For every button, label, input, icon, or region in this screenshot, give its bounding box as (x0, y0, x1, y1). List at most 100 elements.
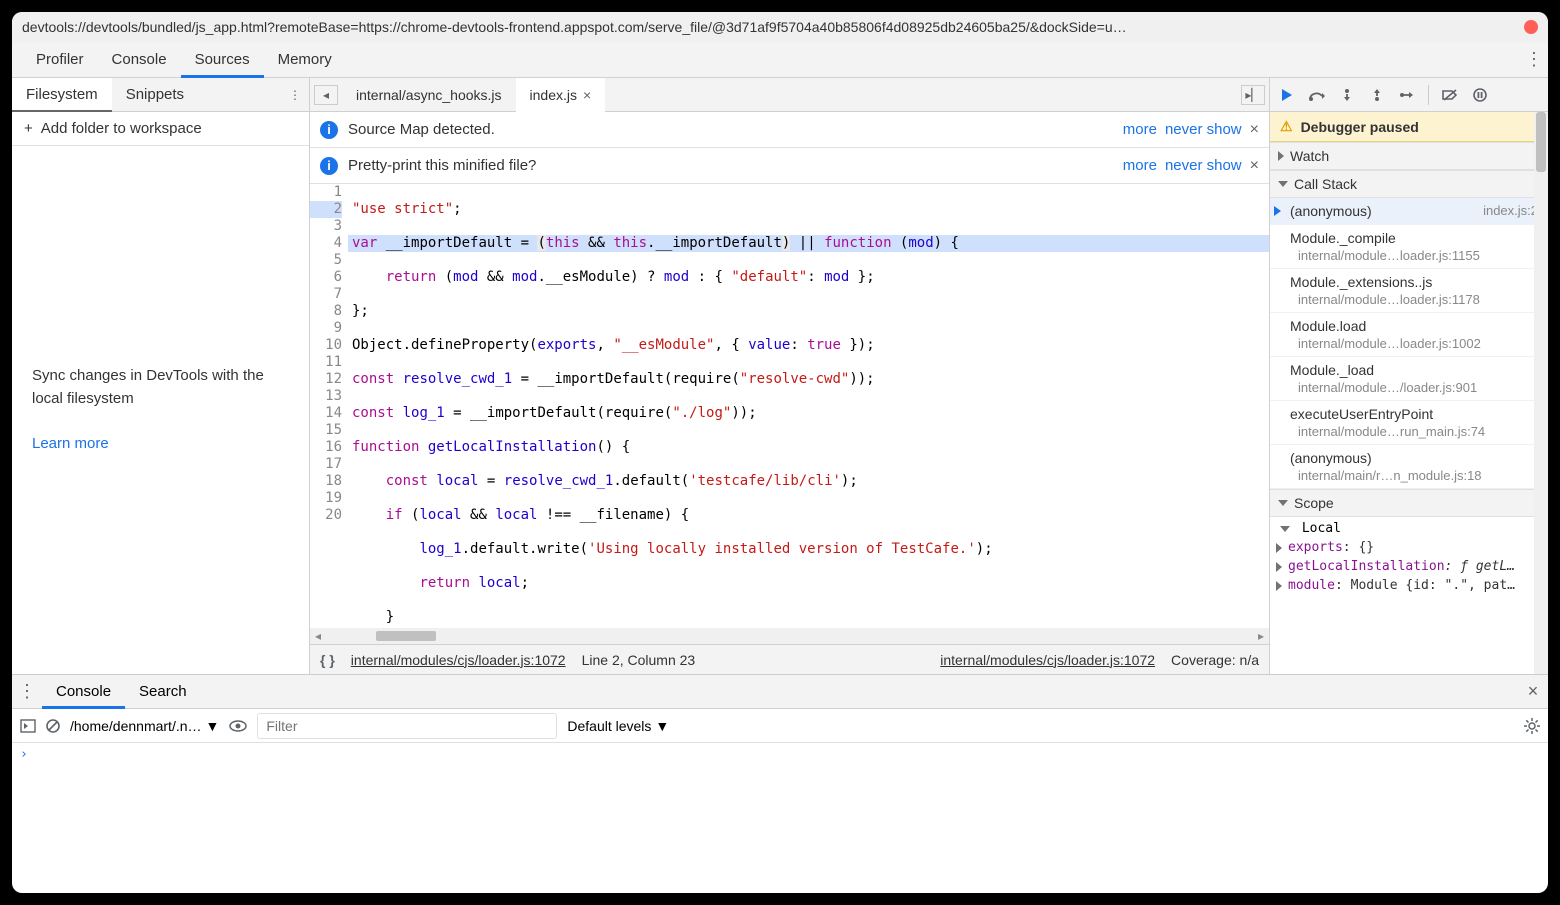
stack-frame-location: internal/module…loader.js:1178 (1290, 292, 1538, 307)
callstack-section-header[interactable]: Call Stack (1270, 170, 1548, 198)
scope-variable[interactable]: module: Module {id: ".", pat… (1270, 576, 1548, 595)
editor-status-bar: { } internal/modules/cjs/loader.js:1072 … (310, 644, 1269, 674)
close-window-icon[interactable] (1524, 20, 1538, 34)
chevron-right-icon (1276, 562, 1282, 572)
file-tab-async-hooks[interactable]: internal/async_hooks.js (342, 78, 516, 112)
pause-on-exceptions-button[interactable] (1469, 84, 1491, 106)
navigator-more-icon[interactable]: ⋮ (281, 88, 309, 102)
callstack-list: index.js:2 (anonymous) Module._compile i… (1270, 198, 1548, 489)
drawer-menu-icon[interactable]: ⋮ (12, 681, 42, 702)
file-nav-more-icon[interactable]: ▸▏ (1241, 85, 1265, 105)
file-tab-index[interactable]: index.js × (516, 78, 606, 112)
step-into-button[interactable] (1336, 84, 1358, 106)
stack-frame[interactable]: Module.load internal/module…loader.js:10… (1270, 313, 1548, 357)
drawer-tab-console[interactable]: Console (42, 675, 125, 709)
learn-more-link[interactable]: Learn more (32, 433, 289, 456)
infobar-never-link[interactable]: never show (1165, 121, 1242, 138)
step-button[interactable] (1396, 84, 1418, 106)
stack-frame-location: internal/module…/loader.js:901 (1290, 380, 1538, 395)
console-levels-selector[interactable]: Default levels ▼ (567, 718, 669, 734)
devtools-menu-icon[interactable]: ⋮ (1520, 49, 1548, 70)
scope-variable[interactable]: exports: {} (1270, 538, 1548, 557)
stack-frame[interactable]: Module._load internal/module…/loader.js:… (1270, 357, 1548, 401)
chevron-down-icon (1280, 526, 1290, 532)
console-settings-icon[interactable] (1524, 718, 1540, 734)
infobar-pretty-print: i Pretty-print this minified file? more … (310, 148, 1269, 184)
window-titlebar: devtools://devtools/bundled/js_app.html?… (12, 12, 1548, 42)
stack-frame-name: (anonymous) (1290, 450, 1372, 466)
status-coverage: Coverage: n/a (1171, 652, 1259, 668)
clear-console-icon[interactable] (46, 719, 60, 733)
chevron-right-icon (1276, 543, 1282, 553)
scope-list: Local exports: {} getLocalInstallation: … (1270, 517, 1548, 597)
stack-frame[interactable]: index.js:2 (anonymous) (1270, 198, 1548, 225)
devtools-main-tabs: Profiler Console Sources Memory ⋮ (12, 42, 1548, 78)
resume-button[interactable] (1276, 84, 1298, 106)
tab-console[interactable]: Console (98, 42, 181, 78)
line-gutter: 1234567891011121314151617181920 (310, 184, 348, 628)
scroll-right-icon[interactable]: ▸ (1253, 629, 1269, 643)
filesystem-sync-message: Sync changes in DevTools with the local … (32, 365, 289, 410)
chevron-down-icon: ▼ (655, 718, 669, 734)
status-source-link-left[interactable]: internal/modules/cjs/loader.js:1072 (351, 652, 566, 668)
tab-memory[interactable]: Memory (264, 42, 346, 78)
watch-label: Watch (1290, 148, 1329, 164)
scroll-left-icon[interactable]: ◂ (310, 629, 326, 643)
console-context-selector[interactable]: /home/dennmart/.n… ▼ (70, 718, 219, 734)
infobar-never-link[interactable]: never show (1165, 157, 1242, 174)
status-cursor-position: Line 2, Column 23 (582, 652, 696, 668)
file-nav-back-icon[interactable]: ◂ (314, 85, 338, 105)
console-output[interactable]: › (12, 743, 1548, 893)
scrollbar-thumb[interactable] (376, 631, 436, 641)
pretty-print-button[interactable]: { } (320, 652, 335, 668)
console-context-label: /home/dennmart/.n… (70, 718, 202, 734)
add-folder-button[interactable]: + Add folder to workspace (12, 112, 309, 146)
infobar-close-icon[interactable]: × (1250, 157, 1259, 175)
tab-sources[interactable]: Sources (181, 42, 264, 78)
stack-frame[interactable]: Module._compile internal/module…loader.j… (1270, 225, 1548, 269)
live-expression-icon[interactable] (229, 720, 247, 732)
status-source-link-right[interactable]: internal/modules/cjs/loader.js:1072 (940, 652, 1155, 668)
drawer-close-icon[interactable]: × (1518, 681, 1548, 702)
debugger-paused-label: Debugger paused (1301, 119, 1419, 135)
chevron-down-icon (1278, 500, 1288, 506)
debugger-toolbar (1270, 78, 1548, 112)
infobar-more-link[interactable]: more (1123, 157, 1157, 174)
chevron-down-icon: ▼ (206, 718, 220, 734)
console-levels-label: Default levels (567, 718, 651, 734)
infobar-close-icon[interactable]: × (1250, 121, 1259, 139)
console-sidebar-toggle-icon[interactable] (20, 719, 36, 733)
window-url: devtools://devtools/bundled/js_app.html?… (22, 19, 1516, 35)
tab-profiler[interactable]: Profiler (22, 42, 98, 78)
editor-horizontal-scrollbar[interactable]: ◂ ▸ (310, 628, 1269, 644)
deactivate-breakpoints-button[interactable] (1439, 84, 1461, 106)
infobar-text: Source Map detected. (348, 121, 1115, 138)
stack-frame-name: executeUserEntryPoint (1290, 406, 1433, 422)
scope-local-header[interactable]: Local (1270, 519, 1548, 538)
stack-frame-name: Module._compile (1290, 230, 1396, 246)
infobar-source-map: i Source Map detected. more never show × (310, 112, 1269, 148)
watch-section-header[interactable]: Watch (1270, 142, 1548, 170)
callstack-label: Call Stack (1294, 176, 1357, 192)
close-tab-icon[interactable]: × (583, 78, 591, 112)
drawer-tab-search[interactable]: Search (125, 675, 201, 709)
scrollbar-thumb[interactable] (1536, 112, 1546, 172)
scope-var-value: : ƒ getL… (1445, 559, 1515, 574)
right-panel-scrollbar[interactable] (1534, 112, 1548, 674)
tab-filesystem[interactable]: Filesystem (12, 78, 112, 112)
stack-frame-location: index.js:2 (1483, 203, 1538, 218)
scope-var-name: exports (1288, 540, 1343, 555)
tab-snippets[interactable]: Snippets (112, 78, 198, 112)
stack-frame[interactable]: (anonymous) internal/main/r…n_module.js:… (1270, 445, 1548, 489)
stack-frame[interactable]: executeUserEntryPoint internal/module…ru… (1270, 401, 1548, 445)
step-over-button[interactable] (1306, 84, 1328, 106)
stack-frame-location: internal/module…run_main.js:74 (1290, 424, 1538, 439)
step-out-button[interactable] (1366, 84, 1388, 106)
infobar-more-link[interactable]: more (1123, 121, 1157, 138)
console-filter-input[interactable] (257, 713, 557, 739)
stack-frame[interactable]: Module._extensions..js internal/module…l… (1270, 269, 1548, 313)
scope-variable[interactable]: getLocalInstallation: ƒ getL… (1270, 557, 1548, 576)
scope-var-name: getLocalInstallation (1288, 559, 1445, 574)
code-editor[interactable]: 1234567891011121314151617181920 "use str… (310, 184, 1269, 628)
scope-section-header[interactable]: Scope (1270, 489, 1548, 517)
